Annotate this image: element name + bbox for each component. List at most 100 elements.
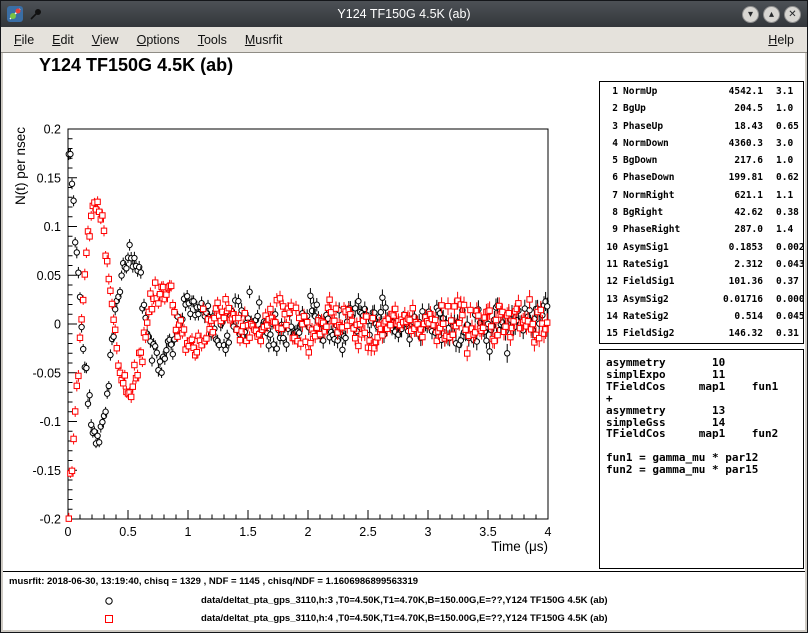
param-value: 42.62 bbox=[701, 207, 763, 224]
parameter-row: 4NormDown4360.33.0 bbox=[605, 138, 803, 155]
menu-options[interactable]: Options bbox=[128, 29, 189, 51]
parameter-box: 1NormUp4542.13.12BgUp204.51.03PhaseUp18.… bbox=[599, 81, 804, 344]
param-error: 0.37 bbox=[763, 276, 803, 293]
param-value: 621.1 bbox=[701, 190, 763, 207]
parameter-row: 9PhaseRight287.01.4 bbox=[605, 224, 803, 241]
param-error: 1.0 bbox=[763, 103, 803, 120]
param-name: FieldSig2 bbox=[623, 328, 701, 344]
parameter-row: 1NormUp4542.13.1 bbox=[605, 86, 803, 103]
menu-help[interactable]: Help bbox=[759, 29, 803, 51]
param-name: NormRight bbox=[623, 190, 701, 207]
series-h3 bbox=[66, 148, 550, 448]
param-error: 1.0 bbox=[763, 155, 803, 172]
legend: data/deltat_pta_gps_3110,h:3 ,T0=4.50K,T… bbox=[3, 592, 805, 628]
svg-text:2.5: 2.5 bbox=[359, 525, 376, 539]
param-error: 0.65 bbox=[763, 121, 803, 138]
fit-info: musrfit: 2018-06-30, 13:19:40, chisq = 1… bbox=[9, 576, 418, 587]
param-value: 146.32 bbox=[701, 328, 763, 344]
menu-tools[interactable]: Tools bbox=[189, 29, 236, 51]
parameter-row: 12FieldSig1101.360.37 bbox=[605, 276, 803, 293]
param-error: 1.4 bbox=[763, 224, 803, 241]
param-error: 0.043 bbox=[763, 259, 804, 276]
param-name: BgUp bbox=[623, 103, 701, 120]
menu-left: FileEditViewOptionsToolsMusrfit bbox=[5, 29, 291, 51]
param-name: AsymSig1 bbox=[623, 242, 701, 259]
param-index: 1 bbox=[605, 86, 623, 103]
theory-line: TFieldCos map1 fun2 bbox=[606, 428, 803, 440]
parameter-row: 2BgUp204.51.0 bbox=[605, 103, 803, 120]
svg-text:0.5: 0.5 bbox=[119, 525, 136, 539]
parameter-row: 6PhaseDown199.810.62 bbox=[605, 172, 803, 189]
param-value: 0.01716 bbox=[701, 294, 763, 311]
svg-text:-0.1: -0.1 bbox=[39, 415, 61, 429]
parameter-row: 10AsymSig10.18530.0028 bbox=[605, 242, 803, 259]
theory-line: fun2 = gamma_mu * par15 bbox=[606, 464, 803, 476]
legend-row: data/deltat_pta_gps_3110,h:4 ,T0=4.50K,T… bbox=[3, 610, 805, 628]
plot: N(t) per nsec Time (μs) 00.511.522.533.5… bbox=[3, 53, 603, 571]
parameter-row: 15FieldSig2146.320.31 bbox=[605, 328, 803, 344]
param-name: NormUp bbox=[623, 86, 701, 103]
menu-edit[interactable]: Edit bbox=[43, 29, 83, 51]
menubar: FileEditViewOptionsToolsMusrfit Help bbox=[1, 27, 807, 53]
param-value: 4542.1 bbox=[701, 86, 763, 103]
titlebar[interactable]: Y124 TF150G 4.5K (ab) ▾ ▴ ✕ bbox=[1, 1, 807, 27]
parameter-row: 7NormRight621.11.1 bbox=[605, 190, 803, 207]
parameter-row: 11RateSig12.3120.043 bbox=[605, 259, 803, 276]
footer-pad: musrfit: 2018-06-30, 13:19:40, chisq = 1… bbox=[3, 571, 805, 630]
svg-text:1: 1 bbox=[185, 525, 192, 539]
legend-label: data/deltat_pta_gps_3110,h:3 ,T0=4.50K,T… bbox=[201, 595, 608, 606]
menu-right: Help bbox=[759, 29, 803, 51]
param-index: 15 bbox=[605, 328, 623, 344]
param-index: 14 bbox=[605, 311, 623, 328]
param-value: 0.514 bbox=[701, 311, 763, 328]
param-name: PhaseUp bbox=[623, 121, 701, 138]
param-value: 199.81 bbox=[701, 172, 763, 189]
pin-icon[interactable] bbox=[29, 7, 43, 21]
svg-text:0.1: 0.1 bbox=[44, 220, 61, 234]
close-button[interactable]: ✕ bbox=[784, 6, 801, 23]
param-index: 10 bbox=[605, 242, 623, 259]
param-index: 6 bbox=[605, 172, 623, 189]
parameter-row: 13AsymSig20.017160.00098 bbox=[605, 294, 803, 311]
param-value: 217.6 bbox=[701, 155, 763, 172]
param-error: 0.0028 bbox=[763, 242, 804, 259]
root-canvas[interactable]: Y124 TF150G 4.5K (ab) N(t) per nsec Time… bbox=[3, 53, 805, 630]
legend-row: data/deltat_pta_gps_3110,h:3 ,T0=4.50K,T… bbox=[3, 592, 805, 610]
param-error: 3.0 bbox=[763, 138, 803, 155]
param-index: 9 bbox=[605, 224, 623, 241]
param-index: 11 bbox=[605, 259, 623, 276]
param-index: 3 bbox=[605, 121, 623, 138]
theory-line: + bbox=[606, 393, 803, 405]
menu-file[interactable]: File bbox=[5, 29, 43, 51]
param-error: 0.62 bbox=[763, 172, 803, 189]
param-name: PhaseRight bbox=[623, 224, 701, 241]
param-value: 101.36 bbox=[701, 276, 763, 293]
param-error: 0.045 bbox=[763, 311, 804, 328]
param-value: 4360.3 bbox=[701, 138, 763, 155]
param-value: 0.1853 bbox=[701, 242, 763, 259]
param-index: 8 bbox=[605, 207, 623, 224]
param-error: 1.1 bbox=[763, 190, 803, 207]
param-error: 0.31 bbox=[763, 328, 803, 344]
svg-text:1.5: 1.5 bbox=[239, 525, 256, 539]
window-controls: ▾ ▴ ✕ bbox=[742, 6, 801, 23]
param-value: 2.312 bbox=[701, 259, 763, 276]
legend-label: data/deltat_pta_gps_3110,h:4 ,T0=4.50K,T… bbox=[201, 613, 608, 624]
param-name: FieldSig1 bbox=[623, 276, 701, 293]
menu-musrfit[interactable]: Musrfit bbox=[236, 29, 292, 51]
menu-view[interactable]: View bbox=[83, 29, 128, 51]
svg-text:0: 0 bbox=[54, 318, 61, 332]
minimize-button[interactable]: ▾ bbox=[742, 6, 759, 23]
theory-box: asymmetry 10simplExpo 11TFieldCos map1 f… bbox=[599, 349, 804, 569]
param-name: RateSig1 bbox=[623, 259, 701, 276]
param-name: RateSig2 bbox=[623, 311, 701, 328]
svg-text:-0.05: -0.05 bbox=[33, 366, 62, 380]
legend-marker-square bbox=[102, 612, 116, 626]
param-value: 287.0 bbox=[701, 224, 763, 241]
svg-text:-0.2: -0.2 bbox=[39, 513, 61, 527]
window-title: Y124 TF150G 4.5K (ab) bbox=[1, 7, 807, 21]
svg-text:0.2: 0.2 bbox=[44, 123, 61, 137]
maximize-button[interactable]: ▴ bbox=[763, 6, 780, 23]
app-window: Y124 TF150G 4.5K (ab) ▾ ▴ ✕ FileEditView… bbox=[0, 0, 808, 633]
legend-marker-circle bbox=[102, 594, 116, 608]
